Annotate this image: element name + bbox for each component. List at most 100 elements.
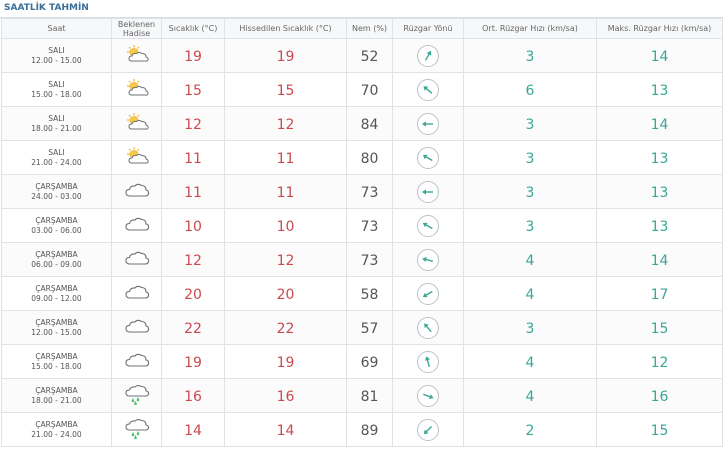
avg-wind-cell: 3 — [463, 38, 597, 73]
table-row: SALI 15.00 - 18.00 15 15 70 6 13 — [1, 72, 723, 107]
event-cell — [111, 174, 162, 209]
temp-value: 15 — [184, 83, 202, 99]
max-wind-cell: 13 — [596, 208, 723, 243]
avg-wind-value: 3 — [525, 219, 535, 235]
time-cell: SALI 12.00 - 15.00 — [1, 38, 112, 73]
avg-wind-value: 3 — [525, 49, 535, 65]
table-row: ÇARŞAMBA 09.00 - 12.00 20 20 58 4 17 — [1, 276, 723, 311]
wind-dir-cell — [392, 412, 464, 447]
max-wind-value: 12 — [650, 355, 669, 371]
avg-wind-cell: 3 — [463, 174, 597, 209]
wind-direction-icon — [417, 146, 439, 169]
avg-wind-value: 4 — [525, 253, 535, 269]
time-range: 18.00 - 21.00 — [31, 123, 82, 133]
table-row: ÇARŞAMBA 03.00 - 06.00 10 10 73 3 13 — [1, 208, 723, 243]
cloud-icon — [112, 180, 161, 204]
max-wind-cell: 14 — [596, 242, 723, 277]
time-cell: ÇARŞAMBA 21.00 - 24.00 — [1, 412, 112, 447]
table-row: ÇARŞAMBA 06.00 - 09.00 12 12 73 4 14 — [1, 242, 723, 277]
event-cell — [111, 140, 162, 175]
humidity-value: 73 — [360, 219, 379, 235]
feels-cell: 12 — [224, 242, 347, 277]
time-range: 18.00 - 21.00 — [31, 395, 82, 405]
feels-value: 19 — [276, 355, 295, 371]
time-range: 15.00 - 18.00 — [31, 89, 82, 99]
time-cell: ÇARŞAMBA 09.00 - 12.00 — [1, 276, 112, 311]
wind-dir-cell — [392, 276, 464, 311]
max-wind-cell: 13 — [596, 140, 723, 175]
max-wind-value: 15 — [650, 321, 669, 337]
temp-value: 16 — [184, 389, 202, 405]
avg-wind-cell: 3 — [463, 140, 597, 175]
max-wind-value: 14 — [650, 253, 669, 269]
feels-cell: 20 — [224, 276, 347, 311]
temp-value: 19 — [184, 355, 202, 371]
temp-cell: 19 — [161, 38, 225, 73]
header-event: Beklenen Hadise — [111, 18, 162, 39]
cloud-icon — [112, 350, 161, 374]
temp-value: 14 — [184, 423, 202, 439]
avg-wind-cell: 6 — [463, 72, 597, 107]
wind-dir-cell — [392, 378, 464, 413]
temp-cell: 12 — [161, 242, 225, 277]
wind-direction-icon — [417, 282, 439, 305]
table-row: ÇARŞAMBA 18.00 - 21.00 16 16 81 4 16 — [1, 378, 723, 413]
humidity-value: 80 — [360, 151, 379, 167]
humidity-cell: 73 — [346, 174, 393, 209]
feels-cell: 19 — [224, 38, 347, 73]
avg-wind-cell: 3 — [463, 208, 597, 243]
feels-cell: 16 — [224, 378, 347, 413]
humidity-value: 73 — [360, 253, 379, 269]
temp-value: 12 — [184, 253, 202, 269]
max-wind-cell: 17 — [596, 276, 723, 311]
max-wind-cell: 15 — [596, 412, 723, 447]
table-row: ÇARŞAMBA 24.00 - 03.00 11 11 73 3 13 — [1, 174, 723, 209]
max-wind-value: 13 — [650, 219, 669, 235]
day-label: ÇARŞAMBA — [35, 215, 78, 225]
max-wind-cell: 14 — [596, 38, 723, 73]
table-row: ÇARŞAMBA 15.00 - 18.00 19 19 69 4 12 — [1, 344, 723, 379]
max-wind-cell: 12 — [596, 344, 723, 379]
time-range: 21.00 - 24.00 — [31, 429, 82, 439]
time-cell: SALI 21.00 - 24.00 — [1, 140, 112, 175]
panel-title: SAATLİK TAHMİN — [0, 0, 723, 18]
humidity-value: 57 — [360, 321, 379, 337]
day-label: ÇARŞAMBA — [35, 283, 78, 293]
humidity-cell: 69 — [346, 344, 393, 379]
time-cell: ÇARŞAMBA 24.00 - 03.00 — [1, 174, 112, 209]
day-label: ÇARŞAMBA — [35, 181, 78, 191]
time-range: 15.00 - 18.00 — [31, 361, 82, 371]
avg-wind-value: 4 — [525, 355, 535, 371]
temp-cell: 15 — [161, 72, 225, 107]
rain-cloud-icon — [112, 383, 161, 409]
wind-direction-icon — [417, 248, 439, 271]
time-cell: ÇARŞAMBA 18.00 - 21.00 — [1, 378, 112, 413]
feels-value: 12 — [276, 253, 295, 269]
humidity-value: 52 — [360, 49, 379, 65]
humidity-value: 73 — [360, 185, 379, 201]
wind-dir-cell — [392, 344, 464, 379]
header-temp: Sıcaklık (°C) — [161, 18, 225, 39]
wind-dir-cell — [392, 38, 464, 73]
feels-value: 19 — [276, 49, 295, 65]
temp-cell: 22 — [161, 310, 225, 345]
humidity-cell: 73 — [346, 242, 393, 277]
header-avg-wind: Ort. Rüzgar Hızı (km/sa) — [463, 18, 597, 39]
time-range: 12.00 - 15.00 — [31, 55, 82, 65]
avg-wind-value: 6 — [525, 83, 535, 99]
max-wind-value: 13 — [650, 185, 669, 201]
table-row: ÇARŞAMBA 12.00 - 15.00 22 22 57 3 15 — [1, 310, 723, 345]
cloud-icon — [112, 316, 161, 340]
event-cell — [111, 38, 162, 73]
partly-cloudy-icon — [112, 112, 161, 136]
event-cell — [111, 72, 162, 107]
feels-value: 12 — [276, 117, 295, 133]
wind-direction-icon — [417, 418, 439, 441]
humidity-value: 89 — [360, 423, 379, 439]
wind-direction-icon — [417, 44, 439, 67]
cloud-icon — [112, 214, 161, 238]
feels-value: 14 — [276, 423, 295, 439]
temp-value: 11 — [184, 185, 202, 201]
avg-wind-value: 3 — [525, 151, 535, 167]
day-label: SALI — [48, 113, 65, 123]
